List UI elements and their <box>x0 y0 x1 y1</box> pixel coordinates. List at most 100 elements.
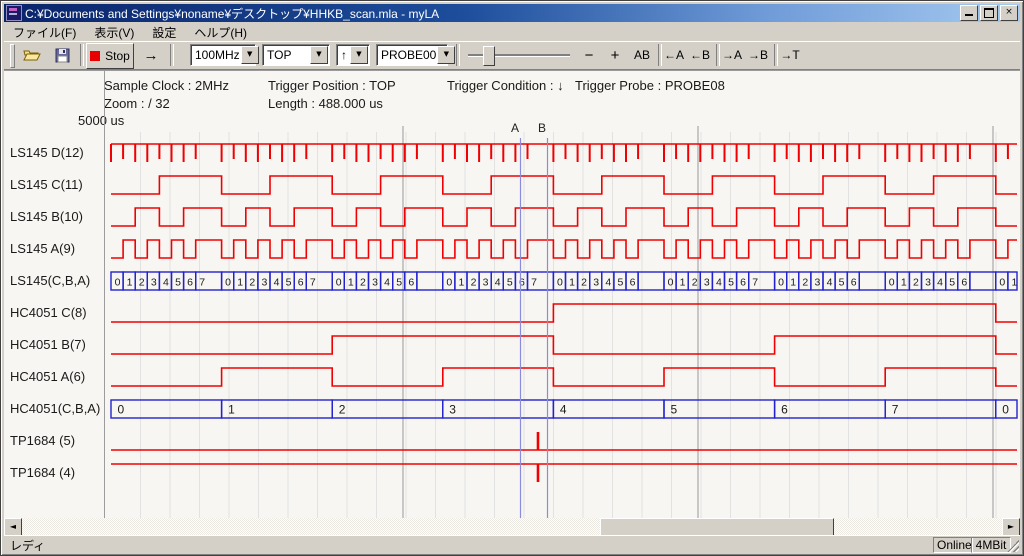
open-folder-icon <box>23 48 41 62</box>
zoom-in-button[interactable]: + <box>604 43 626 67</box>
bus-value: 2 <box>139 277 145 289</box>
horizontal-scrollbar[interactable]: ◄ ► <box>4 518 1020 535</box>
bus-value: 3 <box>814 277 820 289</box>
bus-cell <box>553 400 664 418</box>
trigger-edge-combo[interactable]: ↑ ▼ <box>336 44 370 66</box>
bus-value: 5 <box>396 277 402 289</box>
bus-value: 0 <box>1002 403 1009 417</box>
cursors <box>521 138 548 519</box>
zoom-slider-thumb[interactable] <box>483 46 495 66</box>
menu-file[interactable]: ファイル(F) <box>4 23 85 42</box>
stop-button[interactable]: Stop <box>86 43 134 69</box>
bus-value: 5 <box>507 277 513 289</box>
bus-value: 3 <box>483 277 489 289</box>
bus-value: 4 <box>605 277 611 289</box>
bus-value: 0 <box>115 277 121 289</box>
bus-value: 0 <box>446 277 452 289</box>
bus-value: 2 <box>471 277 477 289</box>
dropdown-arrow-icon[interactable]: ▼ <box>437 46 455 64</box>
bus-value: 5 <box>286 277 292 289</box>
bus-value: 0 <box>999 277 1005 289</box>
status-bar: レディ Online 4MBit <box>4 535 1020 553</box>
wave-hc4051-c-b-a-: 012345670 <box>111 400 1017 418</box>
bus-value: 1 <box>901 277 907 289</box>
square-wave <box>111 336 1017 354</box>
dropdown-arrow-icon[interactable]: ▼ <box>310 46 328 64</box>
zoom-out-button[interactable]: − <box>578 43 600 67</box>
open-file-button[interactable] <box>18 43 46 67</box>
bus-value: 2 <box>339 403 346 417</box>
menu-settings[interactable]: 設定 <box>143 23 185 42</box>
trigger-probe-value: PROBE00 <box>377 48 436 62</box>
bus-value: 3 <box>261 277 267 289</box>
goto-a-left-button[interactable]: ←A <box>662 43 686 67</box>
goto-b-right-button[interactable]: →B <box>746 43 770 67</box>
bus-value: 2 <box>913 277 919 289</box>
bus-value: 4 <box>560 403 567 417</box>
save-button[interactable] <box>48 43 76 67</box>
goto-a-right-button[interactable]: →A <box>720 43 744 67</box>
bus-value: 7 <box>892 403 899 417</box>
bus-cell <box>775 400 886 418</box>
run-button[interactable]: → <box>138 43 164 67</box>
bus-value: 6 <box>408 277 414 289</box>
bus-value: 3 <box>449 403 456 417</box>
title-bar: C:¥Documents and Settings¥noname¥デスクトップ¥… <box>4 4 1020 22</box>
wave-ls145-b-10- <box>111 208 1017 226</box>
resize-grip[interactable] <box>1007 540 1019 552</box>
bus-value: 3 <box>925 277 931 289</box>
goto-b-left-button[interactable]: ←B <box>688 43 712 67</box>
trigger-probe-combo[interactable]: PROBE00 ▼ <box>376 44 448 66</box>
goto-trigger-button[interactable]: →T <box>778 43 802 67</box>
bus-value: 1 <box>237 277 243 289</box>
menu-bar: ファイル(F) 表示(V) 設定 ヘルプ(H) <box>4 23 1020 41</box>
close-button[interactable]: × <box>1000 5 1018 21</box>
status-memory-badge: 4MBit <box>971 537 1011 553</box>
wave-ls145-c-b-a-: 0123456701234567012345601234567012345601… <box>111 272 1017 290</box>
bus-cell <box>970 272 996 290</box>
square-wave <box>111 240 1017 258</box>
toolbar-separator <box>456 44 460 66</box>
wave-ls145-a-9- <box>111 240 1017 258</box>
bus-value: 6 <box>961 277 967 289</box>
dropdown-arrow-icon[interactable]: ▼ <box>350 46 368 64</box>
square-wave <box>111 176 1017 194</box>
bus-value: 0 <box>336 277 342 289</box>
window-title: C:¥Documents and Settings¥noname¥デスクトップ¥… <box>25 5 439 22</box>
bus-value: 1 <box>458 277 464 289</box>
bus-value: 0 <box>225 277 231 289</box>
bus-value: 6 <box>630 277 636 289</box>
dropdown-arrow-icon[interactable]: ▼ <box>241 46 259 64</box>
minimize-button[interactable] <box>960 5 978 21</box>
wave-ls145-d-12- <box>111 144 1017 162</box>
ab-cursor-button[interactable]: AB <box>630 43 654 67</box>
sample-clock-combo[interactable]: 100MHz ▼ <box>190 44 256 66</box>
bus-value: 0 <box>889 277 895 289</box>
wave-ls145-c-11- <box>111 176 1017 194</box>
bus-value: 4 <box>274 277 280 289</box>
bus-value: 7 <box>199 277 205 289</box>
bus-cell <box>111 400 222 418</box>
bus-value: 2 <box>249 277 255 289</box>
menu-help[interactable]: ヘルプ(H) <box>185 23 256 42</box>
wave-hc4051-b-7- <box>111 336 1017 354</box>
menu-view[interactable]: 表示(V) <box>85 23 143 42</box>
toolbar-separator <box>170 44 174 66</box>
bus-value: 0 <box>778 277 784 289</box>
bus-value: 1 <box>790 277 796 289</box>
bus-value: 7 <box>310 277 316 289</box>
trigger-position-value: TOP <box>263 48 309 62</box>
status-ready-text: レディ <box>10 537 45 554</box>
bus-value: 3 <box>372 277 378 289</box>
trigger-position-combo[interactable]: TOP ▼ <box>262 44 330 66</box>
bus-cell <box>885 400 996 418</box>
bus-cell <box>859 272 885 290</box>
bus-value: 6 <box>187 277 193 289</box>
bus-value: 1 <box>127 277 133 289</box>
bus-cell <box>664 400 775 418</box>
trigger-edge-value: ↑ <box>337 48 349 62</box>
maximize-button[interactable] <box>980 5 998 21</box>
bus-value: 3 <box>593 277 599 289</box>
bus-value: 4 <box>384 277 390 289</box>
bus-value: 0 <box>557 277 563 289</box>
